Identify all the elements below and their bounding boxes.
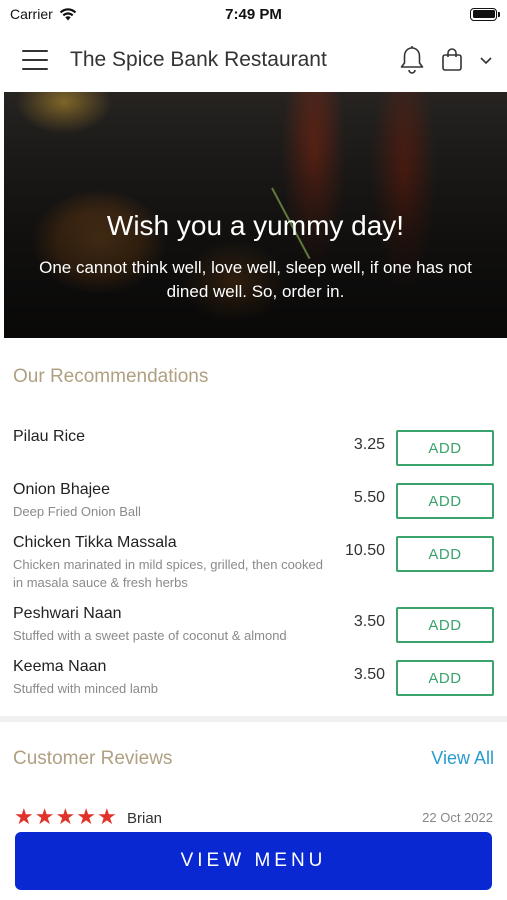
add-button[interactable]: ADD [396, 430, 494, 466]
star-icon: ★ [96, 805, 117, 828]
section-divider [0, 716, 507, 722]
view-all-reviews-link[interactable]: View All [431, 748, 494, 769]
reviews-title: Customer Reviews [13, 748, 173, 769]
wifi-icon [59, 7, 76, 20]
item-price: 5.50 [353, 489, 385, 506]
item-description: Deep Fried Onion Ball [13, 504, 141, 519]
hero-text: Wish you a yummy day! One cannot think w… [4, 210, 507, 304]
item-description: Chicken marinated in mild spices, grille… [13, 557, 323, 590]
add-button[interactable]: ADD [396, 607, 494, 643]
shopping-bag-icon[interactable] [441, 48, 463, 72]
star-icon: ★ [14, 805, 34, 828]
item-name: Pilau Rice [13, 428, 86, 445]
app-header: The Spice Bank Restaurant [0, 28, 507, 92]
add-button[interactable]: ADD [396, 483, 494, 519]
item-price: 3.50 [353, 666, 385, 683]
item-name: Chicken Tikka Massala [13, 534, 177, 551]
recommendations-title: Our Recommendations [13, 366, 209, 387]
item-description: Stuffed with a sweet paste of coconut & … [13, 628, 287, 643]
hero-title: Wish you a yummy day! [106, 210, 405, 241]
item-price: 3.50 [353, 613, 385, 630]
battery-icon [470, 7, 500, 21]
review-item: ★ ★ ★ ★ ★ Brian 22 Oct 2022 [0, 805, 507, 828]
item-name: Onion Bhajee [13, 481, 110, 498]
hero-subtitle: One cannot think well, love well, sleep … [39, 258, 472, 301]
add-button[interactable]: ADD [396, 660, 494, 696]
hamburger-menu-icon[interactable] [22, 50, 48, 70]
star-icon: ★ [76, 805, 96, 828]
add-button[interactable]: ADD [396, 536, 494, 572]
item-price: 3.25 [353, 436, 385, 453]
item-description: Stuffed with minced lamb [13, 681, 158, 696]
view-menu-button[interactable]: VIEW MENU [15, 832, 492, 890]
status-bar: Carrier 7:49 PM [0, 0, 507, 28]
rating-stars: ★ ★ ★ ★ ★ [14, 805, 117, 828]
status-left: Carrier [10, 6, 77, 22]
hero-banner: Wish you a yummy day! One cannot think w… [4, 92, 507, 338]
restaurant-title: The Spice Bank Restaurant [70, 48, 327, 71]
item-name: Keema Naan [13, 658, 107, 675]
reviewer-name: Brian [127, 810, 163, 827]
star-icon: ★ [55, 805, 76, 828]
item-price: 10.50 [344, 542, 385, 559]
review-date: 22 Oct 2022 [422, 810, 493, 825]
star-icon: ★ [34, 805, 55, 828]
item-name: Peshwari Naan [13, 605, 122, 622]
carrier-label: Carrier [10, 6, 53, 22]
chevron-down-icon[interactable] [479, 55, 493, 65]
notification-bell-icon[interactable] [399, 45, 425, 75]
header-actions [399, 45, 493, 75]
